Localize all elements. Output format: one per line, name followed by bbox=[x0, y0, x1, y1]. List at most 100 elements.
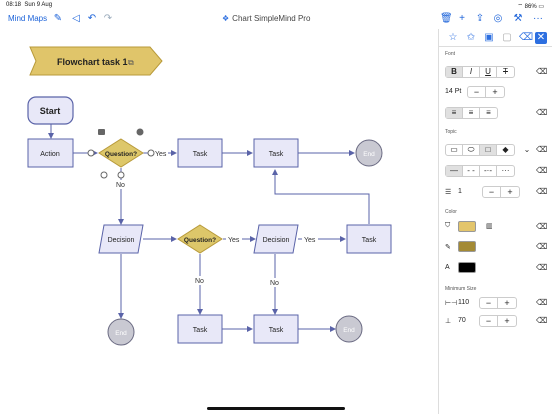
add-icon[interactable]: + bbox=[456, 13, 468, 25]
reset-shape-icon[interactable]: ⌫ bbox=[536, 145, 547, 155]
font-size-stepper[interactable]: − + bbox=[467, 86, 505, 98]
line-width-increase[interactable]: + bbox=[501, 187, 519, 197]
node-task-5[interactable]: Task bbox=[253, 314, 299, 344]
edge-task3-task2 bbox=[272, 169, 370, 224]
svg-text:Task: Task bbox=[269, 151, 284, 158]
share-icon[interactable]: ⇪ bbox=[474, 13, 486, 25]
reset-border-color-icon[interactable]: ⌫ bbox=[536, 242, 547, 252]
node-task-1[interactable]: Task bbox=[177, 138, 223, 168]
min-width-decrease[interactable]: − bbox=[480, 298, 498, 308]
shape-rect[interactable]: □ bbox=[480, 145, 497, 155]
node-task-3[interactable]: Task bbox=[346, 224, 392, 254]
home-indicator[interactable] bbox=[207, 407, 345, 410]
italic-button[interactable]: I bbox=[463, 67, 480, 77]
tab-close-icon[interactable]: ✕ bbox=[535, 32, 547, 44]
min-height-stepper[interactable]: − + bbox=[479, 315, 517, 327]
tab-image-icon[interactable]: ▣ bbox=[483, 32, 495, 44]
min-height-increase[interactable]: + bbox=[498, 316, 516, 326]
mind-maps-button[interactable]: Mind Maps bbox=[8, 14, 47, 23]
tab-styles-icon[interactable]: ✩ bbox=[465, 32, 477, 44]
status-time-date: 08:18 Sun 9 Aug bbox=[6, 2, 53, 8]
mindmap-canvas[interactable]: Flowchart task 1 ⧉ Yes No Yes Yes No No … bbox=[0, 29, 438, 414]
font-size-row: 14 Pt − + bbox=[445, 86, 545, 98]
line-width-decrease[interactable]: − bbox=[483, 187, 501, 197]
node-question-1[interactable]: Question? bbox=[98, 138, 144, 168]
reset-alignment-icon[interactable]: ⌫ bbox=[536, 108, 547, 118]
edit-icon[interactable]: ✎ bbox=[52, 13, 64, 25]
topic-section-label: Topic bbox=[445, 129, 457, 135]
node-task-2[interactable]: Task bbox=[253, 138, 299, 168]
tools-icon[interactable]: ⚒ bbox=[512, 13, 524, 25]
line-style-row: — - - -·- ··· bbox=[445, 165, 515, 177]
shape-diamond[interactable]: ◆ bbox=[497, 145, 514, 155]
strikethrough-button[interactable]: T bbox=[497, 67, 514, 77]
svg-text:Question?: Question? bbox=[184, 237, 216, 244]
min-width-row: ⊢⊣ 110 − + bbox=[445, 297, 545, 309]
min-width-stepper[interactable]: − + bbox=[479, 297, 517, 309]
min-width-increase[interactable]: + bbox=[498, 298, 516, 308]
line-dotted[interactable]: ··· bbox=[497, 166, 514, 176]
tab-eraser-icon[interactable]: ⌫ bbox=[519, 32, 533, 44]
font-size-value: 14 Pt bbox=[445, 88, 462, 95]
node-task-4[interactable]: Task bbox=[177, 314, 223, 344]
svg-text:Task: Task bbox=[193, 151, 208, 158]
line-dashed[interactable]: - - bbox=[463, 166, 480, 176]
node-action[interactable]: Action bbox=[27, 138, 74, 168]
shape-row: ▭ ⬭ □ ◆ bbox=[445, 144, 515, 156]
align-right-button[interactable]: ≡ bbox=[480, 108, 497, 118]
tab-favorites-icon[interactable]: ☆ bbox=[447, 32, 459, 44]
connect-handle-corner-icon bbox=[100, 171, 108, 179]
style-icon[interactable]: ◎ bbox=[492, 13, 504, 25]
title-banner[interactable]: Flowchart task 1 ⧉ bbox=[29, 46, 163, 76]
node-end-2[interactable]: End bbox=[107, 318, 135, 346]
color-section-label: Color bbox=[445, 209, 457, 215]
undo-icon[interactable]: ↶ bbox=[86, 13, 98, 25]
node-start[interactable]: Start bbox=[27, 96, 74, 125]
pattern-icon[interactable]: ▥ bbox=[486, 222, 493, 230]
tab-note-icon[interactable]: ▢ bbox=[501, 32, 513, 44]
svg-text:Decision: Decision bbox=[108, 237, 135, 244]
font-size-decrease[interactable]: − bbox=[468, 87, 486, 97]
line-dash-dot[interactable]: -·- bbox=[480, 166, 497, 176]
node-end-1[interactable]: End bbox=[355, 139, 383, 167]
reset-min-width-icon[interactable]: ⌫ bbox=[536, 298, 547, 308]
redo-icon[interactable]: ↷ bbox=[102, 13, 114, 25]
status-right: ⌔ 86% ▭ bbox=[517, 4, 544, 10]
min-width-value: 110 bbox=[458, 299, 470, 306]
reset-line-width-icon[interactable]: ⌫ bbox=[536, 187, 547, 197]
alignment-row: ≡ ≡ ≡ bbox=[445, 107, 498, 119]
shape-rounded-rect[interactable]: ▭ bbox=[446, 145, 463, 155]
underline-button[interactable]: U bbox=[480, 67, 497, 77]
back-triangle-icon[interactable]: ◁ bbox=[70, 13, 82, 25]
min-height-decrease[interactable]: − bbox=[480, 316, 498, 326]
svg-text:Task: Task bbox=[269, 327, 284, 334]
trash-icon[interactable]: 🗑 bbox=[440, 13, 453, 25]
fill-color-swatch[interactable] bbox=[458, 221, 476, 232]
more-icon[interactable]: ··· bbox=[532, 13, 544, 25]
reset-font-style-icon[interactable]: ⌫ bbox=[536, 67, 547, 77]
align-left-button[interactable]: ≡ bbox=[446, 108, 463, 118]
node-decision-1[interactable]: Decision bbox=[98, 224, 144, 254]
help-handle-icon bbox=[136, 128, 144, 136]
reset-min-height-icon[interactable]: ⌫ bbox=[536, 316, 547, 326]
font-size-increase[interactable]: + bbox=[486, 87, 504, 97]
connect-handle-bottom-icon bbox=[117, 171, 125, 179]
reset-fill-color-icon[interactable]: ⌫ bbox=[536, 222, 547, 232]
reset-text-color-icon[interactable]: ⌫ bbox=[536, 263, 547, 273]
border-color-swatch[interactable] bbox=[458, 241, 476, 252]
node-question-2[interactable]: Question? bbox=[177, 224, 223, 254]
node-decision-2[interactable]: Decision bbox=[253, 224, 299, 254]
svg-text:Question?: Question? bbox=[105, 151, 137, 158]
panel-tabs: ☆ ✩ ▣ ▢ ⌫ ✕ bbox=[439, 29, 552, 47]
bold-button[interactable]: B bbox=[446, 67, 463, 77]
align-center-button[interactable]: ≡ bbox=[463, 108, 480, 118]
svg-text:End: End bbox=[363, 151, 375, 158]
line-width-stepper[interactable]: − + bbox=[482, 186, 520, 198]
text-color-swatch[interactable] bbox=[458, 262, 476, 273]
node-end-3[interactable]: End bbox=[335, 315, 363, 343]
svg-text:Start: Start bbox=[40, 106, 61, 116]
reset-line-style-icon[interactable]: ⌫ bbox=[536, 166, 547, 176]
more-shapes-icon[interactable]: ⌄ bbox=[522, 145, 532, 155]
line-solid[interactable]: — bbox=[446, 166, 463, 176]
shape-oval[interactable]: ⬭ bbox=[463, 145, 480, 155]
